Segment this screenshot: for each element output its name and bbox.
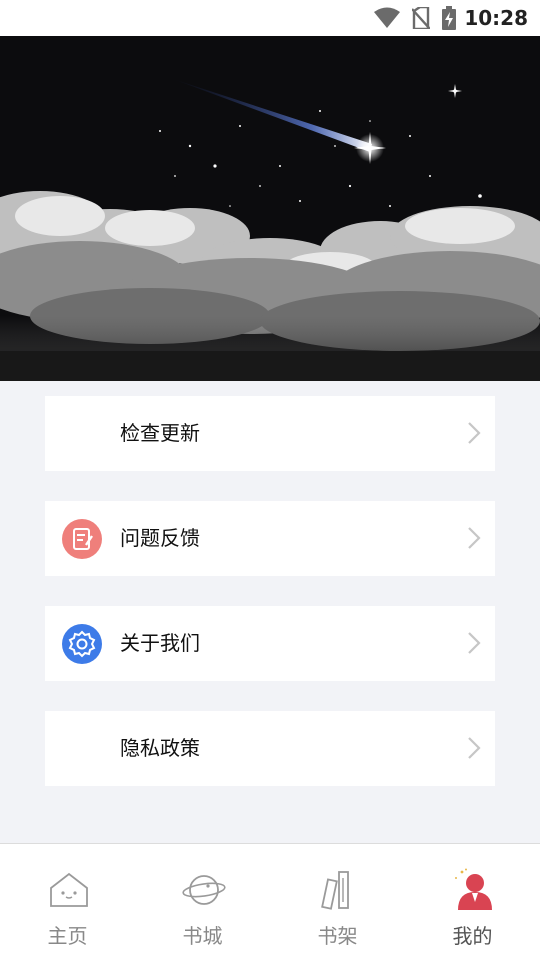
menu-check-update[interactable]: 检查更新 <box>45 396 495 471</box>
tab-mine-label: 我的 <box>452 924 493 948</box>
bookshelf-icon <box>317 868 361 912</box>
status-time: 10:28 <box>464 6 528 30</box>
battery-charging-icon <box>442 6 457 30</box>
menu-privacy-policy-label: 隐私政策 <box>120 736 200 760</box>
home-icon <box>47 868 91 912</box>
tab-bookstore-label: 书城 <box>182 924 223 948</box>
chevron-right-icon <box>467 421 481 449</box>
user-icon <box>452 868 496 912</box>
gear-icon <box>62 624 102 664</box>
chevron-right-icon <box>467 631 481 659</box>
no-sim-icon <box>412 7 431 29</box>
chevron-right-icon <box>467 526 481 554</box>
wifi-icon <box>374 7 401 29</box>
menu-about-us[interactable]: 关于我们 <box>45 606 495 681</box>
menu-check-update-label: 检查更新 <box>120 421 200 445</box>
profile-banner-image <box>0 36 540 381</box>
menu-privacy-policy[interactable]: 隐私政策 <box>45 711 495 786</box>
tab-mine[interactable]: 我的 <box>405 844 540 960</box>
tab-home-label: 主页 <box>47 924 88 948</box>
tab-bookshelf[interactable]: 书架 <box>270 844 405 960</box>
tab-bookshelf-label: 书架 <box>317 924 358 948</box>
chevron-right-icon <box>467 736 481 764</box>
status-bar: 10:28 <box>0 0 540 36</box>
menu-feedback[interactable]: 问题反馈 <box>45 501 495 576</box>
tab-home[interactable]: 主页 <box>0 844 135 960</box>
bottom-tab-bar: 主页 书城 书架 我的 <box>0 843 540 960</box>
feedback-icon <box>62 519 102 559</box>
menu-about-us-label: 关于我们 <box>120 631 200 655</box>
planet-icon <box>182 868 226 912</box>
tab-bookstore[interactable]: 书城 <box>135 844 270 960</box>
menu-feedback-label: 问题反馈 <box>120 526 200 550</box>
